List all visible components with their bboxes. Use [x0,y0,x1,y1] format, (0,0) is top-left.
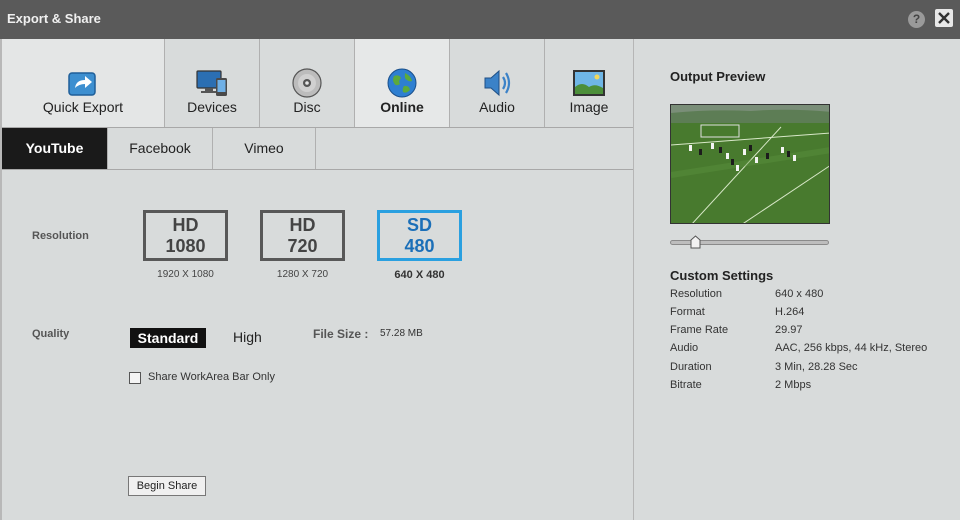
res-lines: 480 [404,236,435,256]
close-icon [938,12,950,24]
tab-label: Online [380,99,424,115]
resolution-hd720-option[interactable]: HD 720 [260,210,345,261]
speaker-icon [484,69,511,97]
setting-key: Frame Rate [670,324,729,336]
setting-value: AAC, 256 kbps, 44 kHz, Stereo [775,342,928,354]
res-type: HD [172,215,199,235]
setting-value: 3 Min, 28.28 Sec [775,361,858,373]
setting-key: Bitrate [670,379,702,391]
res-lines: 720 [287,236,318,256]
output-preview-title: Output Preview [670,69,766,84]
res-caption: 1280 X 720 [276,269,329,280]
resolution-label: Resolution [32,230,89,242]
close-button[interactable] [935,9,953,27]
tab-facebook[interactable]: Facebook [108,128,213,169]
help-button[interactable]: ? [908,11,925,28]
service-tabs: YouTube Facebook Vimeo [2,128,633,170]
settings-row: Format H.264 [670,306,960,322]
tab-label: Image [569,99,609,115]
file-size-label: File Size : [313,327,369,341]
tab-label: Devices [187,99,237,115]
setting-key: Format [670,306,705,318]
resolution-hd1080-option[interactable]: HD 1080 [143,210,228,261]
tab-label: Audio [479,99,515,115]
preview-thumbnail [670,104,830,224]
globe-icon [387,68,417,98]
setting-key: Audio [670,342,699,354]
tab-quick-export[interactable]: Quick Export [2,39,165,127]
res-caption: 640 X 480 [394,269,445,281]
setting-value: 2 Mbps [775,379,812,391]
setting-key: Resolution [670,288,722,300]
right-panel: Output Preview Custom Settings Resolutio… [633,39,960,520]
tab-audio[interactable]: Audio [450,39,545,127]
custom-settings-title: Custom Settings [670,268,774,283]
setting-value: H.264 [775,306,805,318]
res-type: SD [406,215,432,235]
setting-key: Duration [670,361,712,373]
file-size-value: 57.28 MB [380,328,423,339]
quality-high-button[interactable]: High [233,329,262,345]
begin-share-button[interactable]: Begin Share [128,476,206,496]
quick-export-icon [68,72,96,96]
quality-label: Quality [32,328,70,340]
settings-row: Duration 3 Min, 28.28 Sec [670,361,960,377]
setting-value: 29.97 [775,324,803,336]
preview-scrubber-handle[interactable] [690,235,701,249]
title-bar: Export & Share ? [0,0,960,39]
share-workarea-checkbox[interactable] [129,372,141,384]
res-type: HD [289,215,316,235]
settings-row: Resolution 640 x 480 [670,288,960,304]
settings-row: Bitrate 2 Mbps [670,379,960,395]
disc-icon [292,68,322,98]
tab-devices[interactable]: Devices [165,39,260,127]
res-lines: 1080 [165,236,206,256]
tab-online[interactable]: Online [355,39,450,127]
settings-row: Frame Rate 29.97 [670,324,960,340]
window-title: Export & Share [7,11,101,26]
tab-image[interactable]: Image [545,39,633,127]
preview-image [671,105,829,223]
setting-value: 640 x 480 [775,288,824,300]
devices-icon [196,70,227,96]
res-caption: 1920 X 1080 [157,269,214,280]
tab-vimeo[interactable]: Vimeo [213,128,316,169]
share-workarea-label[interactable]: Share WorkArea Bar Only [148,371,275,383]
tab-label: Quick Export [42,99,124,115]
settings-row: Audio AAC, 256 kbps, 44 kHz, Stereo [670,342,960,358]
tab-disc[interactable]: Disc [260,39,355,127]
category-tabs: Quick Export Devices Disc Online Audio I… [2,39,633,128]
left-panel: Quick Export Devices Disc Online Audio I… [0,39,633,520]
tab-label: Disc [293,99,321,115]
resolution-sd480-option[interactable]: SD 480 [377,210,462,261]
quality-standard-button[interactable]: Standard [130,328,206,348]
tab-youtube[interactable]: YouTube [2,128,108,169]
image-icon [573,70,605,96]
